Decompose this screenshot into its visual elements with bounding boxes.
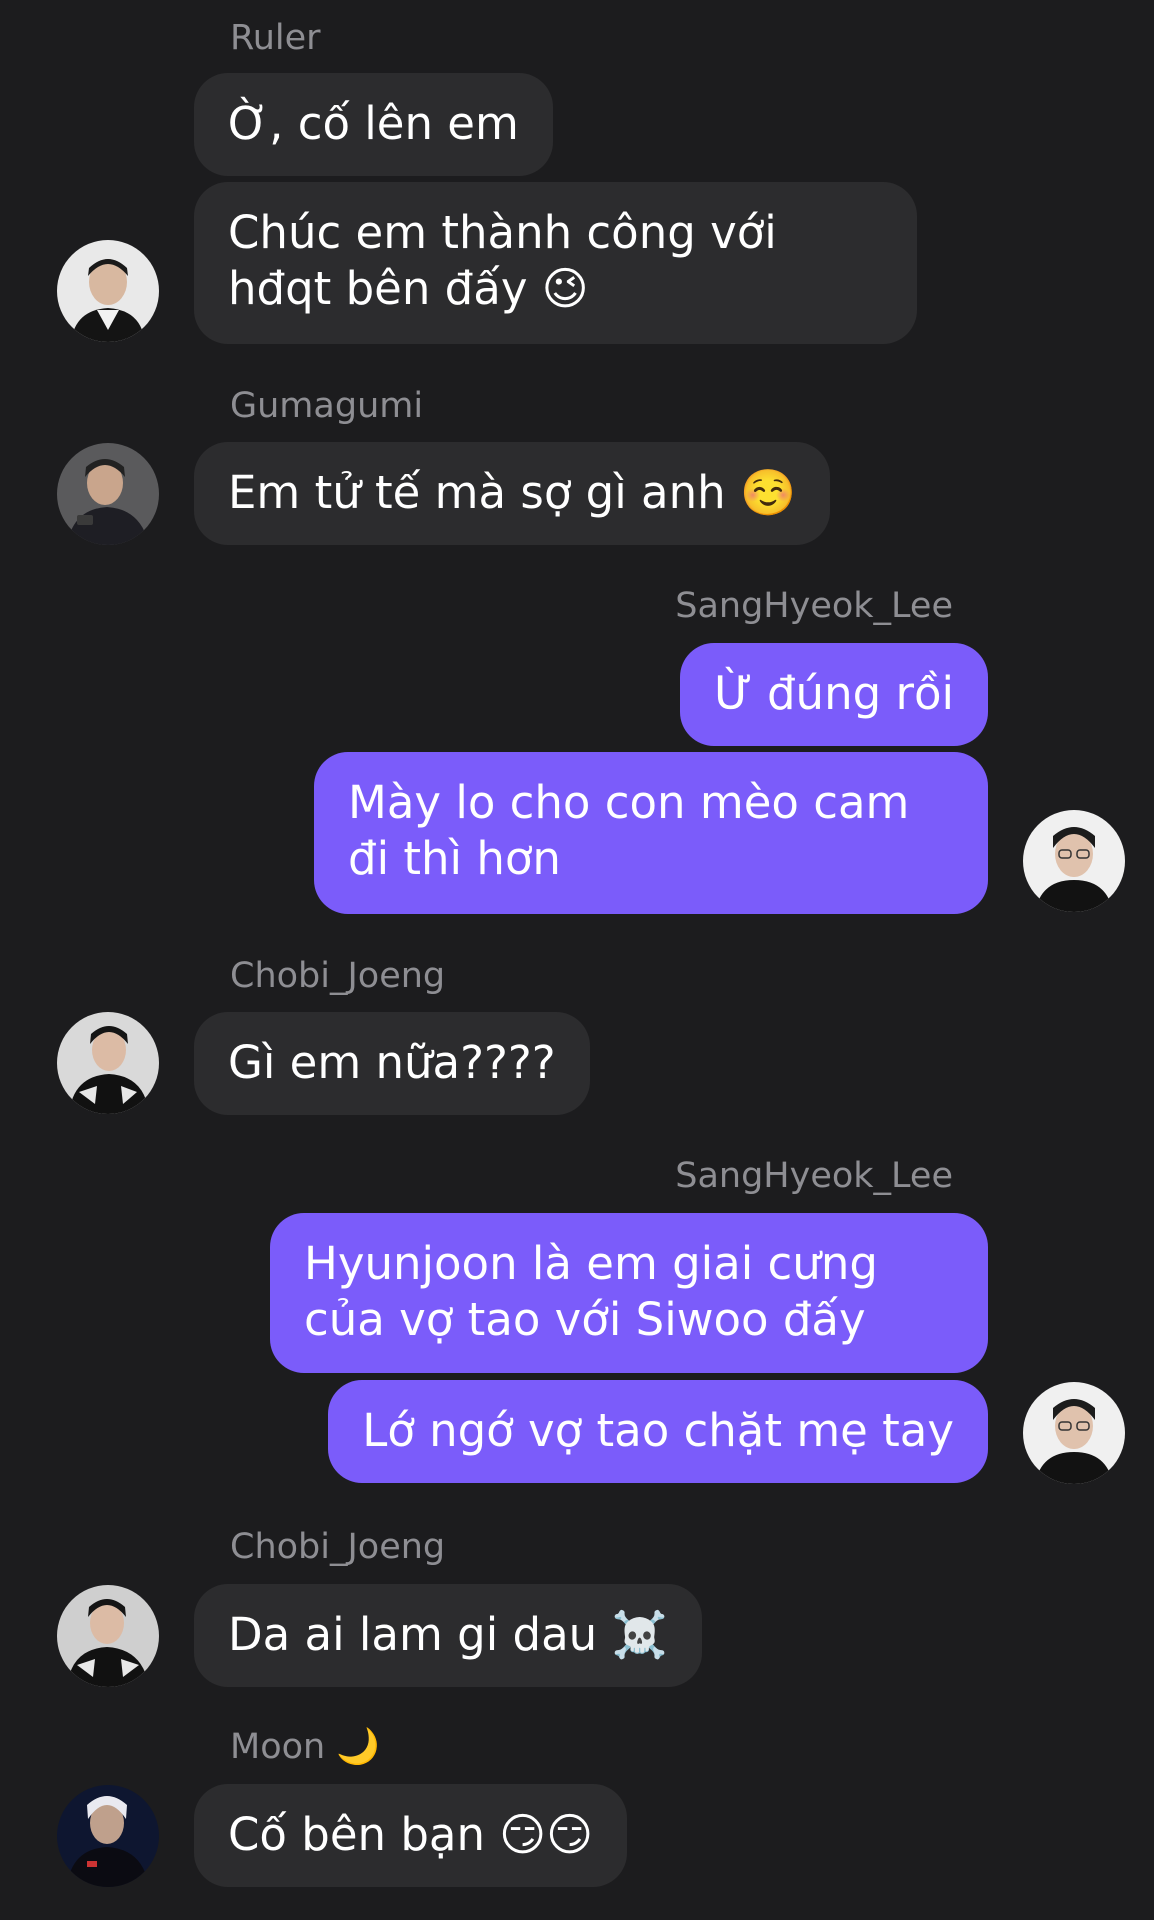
avatar-moon[interactable] — [57, 1785, 159, 1887]
sender-name-ruler: Ruler — [230, 18, 321, 58]
avatar-sanghyeok-lee[interactable] — [1023, 810, 1125, 912]
avatar-sanghyeok-lee[interactable] — [1023, 1382, 1125, 1484]
message-bubble[interactable]: Ừ đúng rồi — [680, 643, 988, 746]
sender-name-moon: Moon 🌙 — [230, 1727, 380, 1767]
message-bubble[interactable]: Da ai lam gi dau ☠️ — [194, 1584, 702, 1687]
sender-name-chobi-joeng: Chobi_Joeng — [230, 1527, 446, 1567]
message-bubble[interactable]: Lớ ngớ vợ tao chặt mẹ tay — [328, 1380, 988, 1483]
message-bubble[interactable]: Ờ, cố lên em — [194, 73, 553, 176]
message-bubble[interactable]: Cố bên bạn 😏😏 — [194, 1784, 628, 1887]
message-bubble[interactable]: Gì em nữa???? — [194, 1012, 590, 1115]
avatar-chobi-joeng[interactable] — [57, 1585, 159, 1687]
avatar-gumagumi[interactable] — [57, 443, 159, 545]
sender-name-chobi-joeng: Chobi_Joeng — [230, 956, 446, 996]
avatar-chobi-joeng-image — [57, 1585, 159, 1687]
avatar-ruler-image — [57, 240, 159, 342]
avatar-sanghyeok-lee-image — [1023, 1382, 1125, 1484]
sender-name-gumagumi: Gumagumi — [230, 386, 424, 426]
avatar-ruler[interactable] — [57, 240, 159, 342]
message-bubble[interactable]: Mày lo cho con mèo cam đi thì hơn — [314, 752, 988, 914]
message-bubble[interactable]: Chúc em thành công với hđqt bên đấy 😉 — [194, 182, 917, 344]
message-bubble[interactable]: Hyunjoon là em giai cưng của vợ tao với … — [270, 1213, 988, 1373]
sender-name-sanghyeok-lee: SangHyeok_Lee — [675, 1156, 953, 1196]
avatar-chobi-joeng-image — [57, 1012, 159, 1114]
avatar-chobi-joeng[interactable] — [57, 1012, 159, 1114]
avatar-moon-image — [57, 1785, 159, 1887]
sender-name-sanghyeok-lee: SangHyeok_Lee — [675, 586, 953, 626]
message-bubble[interactable]: Em tử tế mà sợ gì anh ☺️ — [194, 442, 830, 545]
avatar-gumagumi-image — [57, 443, 159, 545]
avatar-sanghyeok-lee-image — [1023, 810, 1125, 912]
